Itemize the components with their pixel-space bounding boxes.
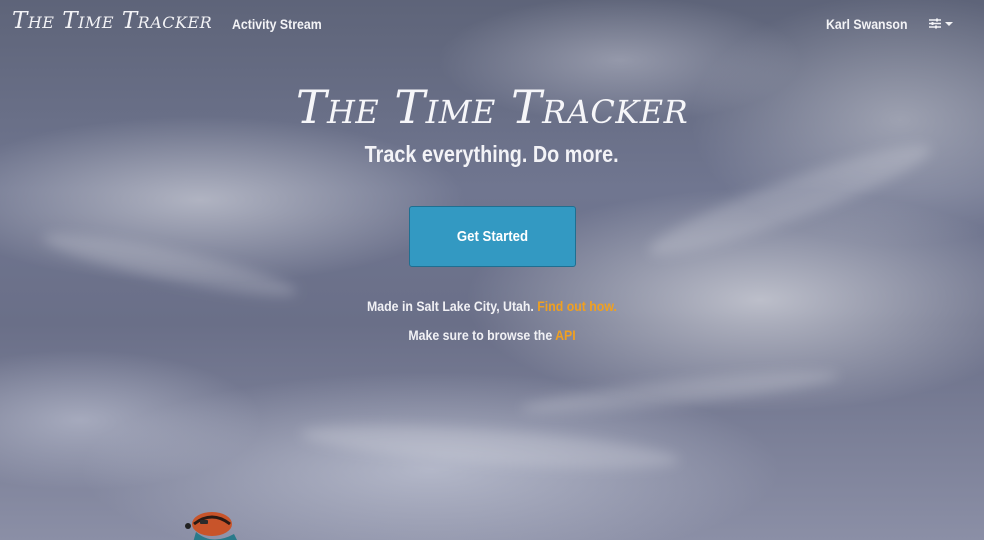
user-menu-link[interactable]: Karl Swanson: [826, 16, 907, 32]
api-line: Make sure to browse the API: [0, 327, 984, 343]
top-navbar: The Time Tracker Activity Stream Karl Sw…: [0, 0, 984, 50]
find-out-how-link[interactable]: Find out how.: [537, 298, 617, 314]
hero-tagline: Track everything. Do more.: [0, 141, 984, 168]
sliders-icon: [929, 18, 941, 29]
made-in-text: Made in Salt Lake City, Utah.: [367, 298, 534, 314]
chevron-down-icon: [945, 21, 953, 26]
made-in-line: Made in Salt Lake City, Utah. Find out h…: [0, 298, 984, 314]
hero-title: The Time Tracker: [295, 80, 689, 134]
settings-dropdown-toggle[interactable]: [929, 18, 953, 29]
hero-tagline-text: Track everything. Do more.: [365, 141, 619, 167]
api-text: Make sure to browse the: [408, 327, 553, 343]
brand-logo-link[interactable]: The Time Tracker: [12, 8, 212, 34]
api-link[interactable]: API: [555, 327, 576, 343]
nav-link-activity-stream[interactable]: Activity Stream: [232, 16, 322, 32]
get-started-label: Get Started: [456, 228, 529, 245]
get-started-button[interactable]: Get Started: [409, 206, 576, 267]
climber-helmet-image: [185, 512, 237, 540]
